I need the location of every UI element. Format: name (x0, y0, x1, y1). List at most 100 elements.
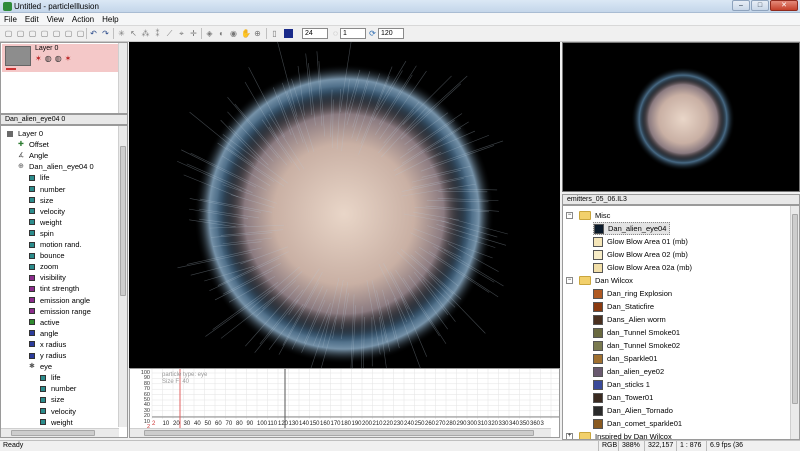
tree-item[interactable]: zoom (29, 261, 58, 272)
menu-edit[interactable]: Edit (21, 13, 43, 25)
tree-item[interactable]: velocity (40, 406, 76, 417)
anchor-icon[interactable]: ⊕ (253, 29, 262, 38)
library-folder[interactable]: Misc (579, 209, 610, 222)
tree-item[interactable]: emission range (29, 306, 91, 317)
tree-item[interactable]: y radius (29, 350, 66, 361)
library-emitter[interactable]: dan_alien_eye02 (593, 365, 664, 378)
tree-item[interactable]: life (29, 172, 50, 183)
tree-item[interactable]: angle (29, 328, 58, 339)
save-icon[interactable]: ▢ (28, 29, 37, 38)
tree-item[interactable]: x radius (29, 339, 66, 350)
stop-icon[interactable]: ▯ (270, 29, 279, 38)
layer-row[interactable]: Layer 0 ✶ ◍ ◍ ✶ (2, 44, 127, 72)
library-emitter[interactable]: Dan_alien_eye04 (593, 222, 670, 235)
tree-item[interactable]: spin (29, 228, 54, 239)
library-emitter[interactable]: Dan_Staticfire (593, 300, 654, 313)
tree-item[interactable]: size (29, 195, 53, 206)
tree-item[interactable]: number (29, 184, 65, 195)
tree-item[interactable]: Layer 0 (7, 128, 43, 139)
property-icon (40, 375, 46, 381)
tree-item[interactable]: emission angle (29, 295, 90, 306)
menu-help[interactable]: Help (98, 13, 122, 25)
layers-scrollbar[interactable] (118, 43, 127, 113)
tree-item[interactable]: motion rand. (29, 239, 82, 250)
stage-viewport[interactable] (129, 42, 560, 368)
tree-item[interactable]: visibility (29, 272, 66, 283)
tree-item[interactable]: weight (40, 417, 73, 428)
zoom-tool-icon[interactable]: ◉ (229, 29, 238, 38)
delete-icon[interactable]: ▢ (76, 29, 85, 38)
tree-vertical-scrollbar[interactable] (118, 126, 127, 427)
menu-file[interactable]: File (0, 13, 21, 25)
tree-item[interactable]: ⊕Dan_alien_eye04 0 (18, 161, 94, 172)
redo-icon[interactable]: ↷ (101, 29, 110, 38)
step-field[interactable]: 1 (340, 28, 366, 39)
library-emitter[interactable]: Dans_Alien worm (593, 313, 666, 326)
tree-horizontal-scrollbar[interactable] (1, 428, 119, 437)
layer-emit-icon[interactable]: ◍ (55, 54, 62, 63)
tree-item[interactable]: weight (29, 217, 62, 228)
folder-expander-icon[interactable]: + (566, 433, 573, 440)
tree-item[interactable]: active (29, 317, 60, 328)
library-emitter[interactable]: dan_Tunnel Smoke02 (593, 339, 680, 352)
select-tool-icon[interactable]: ↖ (129, 29, 138, 38)
library-emitter[interactable]: Dan_ring Explosion (593, 287, 672, 300)
tree-item-label: visibility (40, 272, 66, 283)
close-button[interactable]: ✕ (770, 0, 798, 11)
paste-icon[interactable]: ▢ (64, 29, 73, 38)
tree-item[interactable]: bounce (29, 250, 65, 261)
library-emitter[interactable]: Dan_comet_sparkle01 (593, 417, 682, 430)
menu-action[interactable]: Action (68, 13, 98, 25)
pan-tool-icon[interactable]: ✋ (241, 29, 250, 38)
emitter-tool-icon[interactable]: ✳ (117, 29, 126, 38)
loop-icon[interactable]: ⟳ (368, 29, 377, 38)
tree-item[interactable]: ✱eye (29, 361, 52, 372)
tree-item[interactable]: ∡Angle (18, 150, 48, 161)
open-icon[interactable]: ▢ (16, 29, 25, 38)
library-emitter[interactable]: Glow Blow Area 02a (mb) (593, 261, 692, 274)
layer-visible-icon[interactable]: ✶ (35, 54, 42, 63)
library-emitter[interactable]: Dan_sticks 1 (593, 378, 650, 391)
copy-icon[interactable]: ▢ (52, 29, 61, 38)
library-emitter[interactable]: Dan_Alien_Tornado (593, 404, 673, 417)
tree-item[interactable]: number (40, 383, 76, 394)
folder-expander-icon[interactable]: − (566, 212, 573, 219)
minimize-button[interactable]: – (732, 0, 750, 11)
tree-item-label: emission range (40, 306, 91, 317)
library-emitter[interactable]: dan_Sparkle01 (593, 352, 657, 365)
undo-icon[interactable]: ↶ (89, 29, 98, 38)
maximize-button[interactable]: □ (751, 0, 769, 11)
tree-item[interactable]: size (40, 394, 64, 405)
total-frames-field[interactable]: 120 (378, 28, 404, 39)
timeline-graph[interactable]: particle type: eye Size F: 40 1009080706… (129, 368, 560, 438)
tree-item[interactable]: ✚Offset (18, 139, 49, 150)
library-emitter[interactable]: Glow Blow Area 01 (mb) (593, 235, 688, 248)
library-item-label: Glow Blow Area 02 (mb) (607, 248, 688, 261)
library-item-label: Glow Blow Area 01 (mb) (607, 235, 688, 248)
library-folder[interactable]: Inspired by Dan Wilcox (579, 430, 672, 440)
area-tool-icon[interactable]: ⌖ (177, 29, 186, 38)
tree-item[interactable]: tint strength (29, 283, 79, 294)
library-emitter[interactable]: Glow Blow Area 02 (mb) (593, 248, 688, 261)
line-tool-icon[interactable]: ⟋ (165, 29, 174, 38)
layer-lock-icon[interactable]: ◍ (45, 54, 52, 63)
tree-item[interactable]: velocity (29, 206, 65, 217)
timeline-scrollbar[interactable] (130, 428, 551, 437)
color-swatch-icon[interactable] (284, 29, 293, 38)
menu-view[interactable]: View (43, 13, 68, 25)
move-tool-icon[interactable]: ✛ (189, 29, 198, 38)
layer-render-icon[interactable]: ✶ (65, 54, 72, 63)
library-emitter[interactable]: Dan_Tower01 (593, 391, 653, 404)
library-scrollbar[interactable] (790, 206, 799, 439)
scale-icon[interactable]: ◐ (217, 29, 226, 38)
cut-icon[interactable]: ▢ (40, 29, 49, 38)
point-tool-icon[interactable]: ⁂ (141, 29, 150, 38)
frame-field[interactable]: 24 (302, 28, 328, 39)
add-point-icon[interactable]: ⁑ (153, 29, 162, 38)
folder-expander-icon[interactable]: − (566, 277, 573, 284)
tree-item[interactable]: life (40, 372, 61, 383)
library-emitter[interactable]: dan_Tunnel Smoke01 (593, 326, 680, 339)
rotate-icon[interactable]: ◈ (205, 29, 214, 38)
library-folder[interactable]: Dan Wilcox (579, 274, 633, 287)
new-icon[interactable]: ▢ (4, 29, 13, 38)
